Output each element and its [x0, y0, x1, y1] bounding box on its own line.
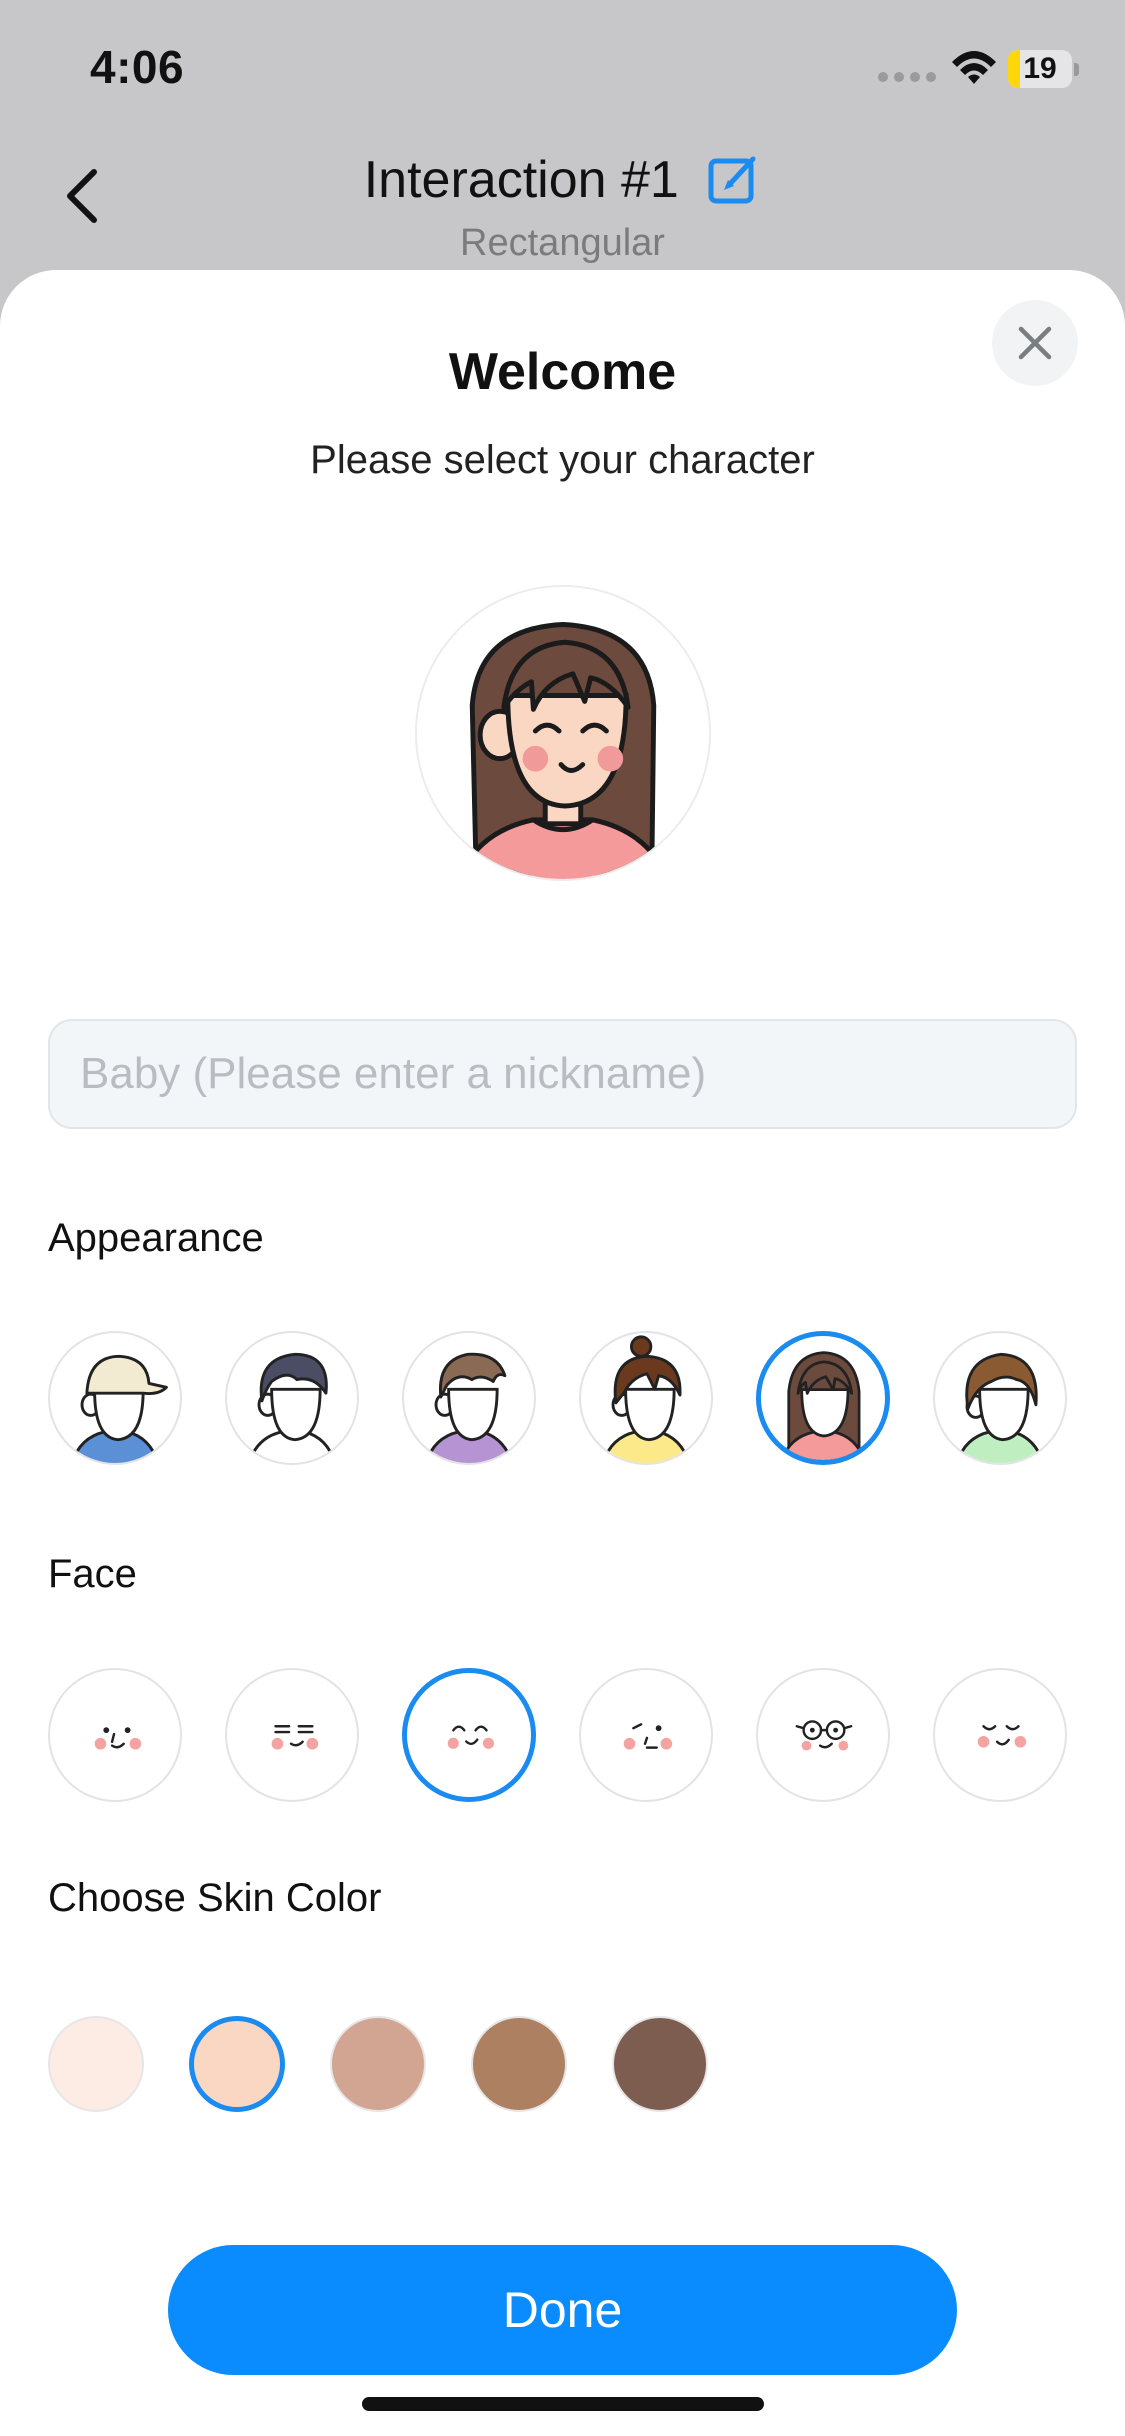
appearance-option-bun[interactable]	[579, 1331, 713, 1465]
nav-title-row: Interaction #1	[0, 150, 1125, 210]
face-option-sleepy[interactable]	[225, 1668, 359, 1802]
face-option-content[interactable]	[933, 1668, 1067, 1802]
page-title: Interaction #1	[363, 151, 679, 209]
face-calm-icon	[94, 1727, 142, 1750]
face-option-wink[interactable]	[579, 1668, 713, 1802]
skin-swatch-4[interactable]	[471, 2016, 567, 2112]
appearance-option-brown-hair[interactable]	[402, 1331, 536, 1465]
face-content-icon	[977, 1725, 1027, 1748]
battery-icon: 19	[1008, 50, 1079, 88]
status-time: 4:06	[90, 41, 185, 93]
done-button[interactable]: Done	[168, 2245, 957, 2375]
appearance-option-long-hair[interactable]	[756, 1331, 890, 1465]
face-option-glasses[interactable]	[756, 1668, 890, 1802]
appearance-options	[48, 1331, 1078, 1465]
girl-long-hair-character-icon	[417, 587, 709, 879]
sheet-subtitle: Please select your character	[310, 438, 815, 482]
girl-long-hair-avatar-icon	[780, 1351, 866, 1460]
skin-color-label: Choose Skin Color	[48, 1876, 382, 1920]
page-subtitle: Rectangular	[460, 222, 665, 264]
skin-swatch-5[interactable]	[612, 2016, 708, 2112]
appearance-label: Appearance	[48, 1216, 264, 1260]
boy-dark-hair-avatar-icon	[247, 1352, 337, 1463]
appearance-option-cap[interactable]	[48, 1331, 182, 1465]
skin-swatch-2[interactable]	[189, 2016, 285, 2112]
cellular-signal-icon	[878, 72, 936, 82]
boy-brown-hair-avatar-icon	[424, 1352, 514, 1463]
home-indicator	[362, 2397, 764, 2411]
face-glasses-icon	[795, 1720, 853, 1751]
boy-cap-avatar-icon	[70, 1354, 168, 1463]
wifi-icon	[952, 51, 996, 84]
skin-swatch-1[interactable]	[48, 2016, 144, 2112]
battery-level: 19	[1023, 52, 1057, 85]
sheet-title: Welcome	[448, 343, 677, 401]
character-preview	[415, 585, 711, 881]
face-wink-icon	[623, 1723, 673, 1750]
edit-icon[interactable]	[707, 153, 761, 207]
face-label: Face	[48, 1552, 137, 1596]
appearance-option-dark-hair[interactable]	[225, 1331, 359, 1465]
nickname-input[interactable]	[48, 1019, 1077, 1129]
face-options	[48, 1668, 1078, 1802]
skin-swatch-3[interactable]	[330, 2016, 426, 2112]
appearance-option-bob[interactable]	[933, 1331, 1067, 1465]
boy-bob-hair-avatar-icon	[955, 1352, 1045, 1463]
skin-color-options	[48, 2016, 748, 2112]
status-bar: 4:06 19	[0, 0, 1125, 130]
girl-bun-avatar-icon	[601, 1335, 691, 1463]
face-option-happy[interactable]	[402, 1668, 536, 1802]
face-happy-icon	[447, 1725, 494, 1749]
face-sleepy-icon	[271, 1725, 319, 1750]
face-option-calm[interactable]	[48, 1668, 182, 1802]
